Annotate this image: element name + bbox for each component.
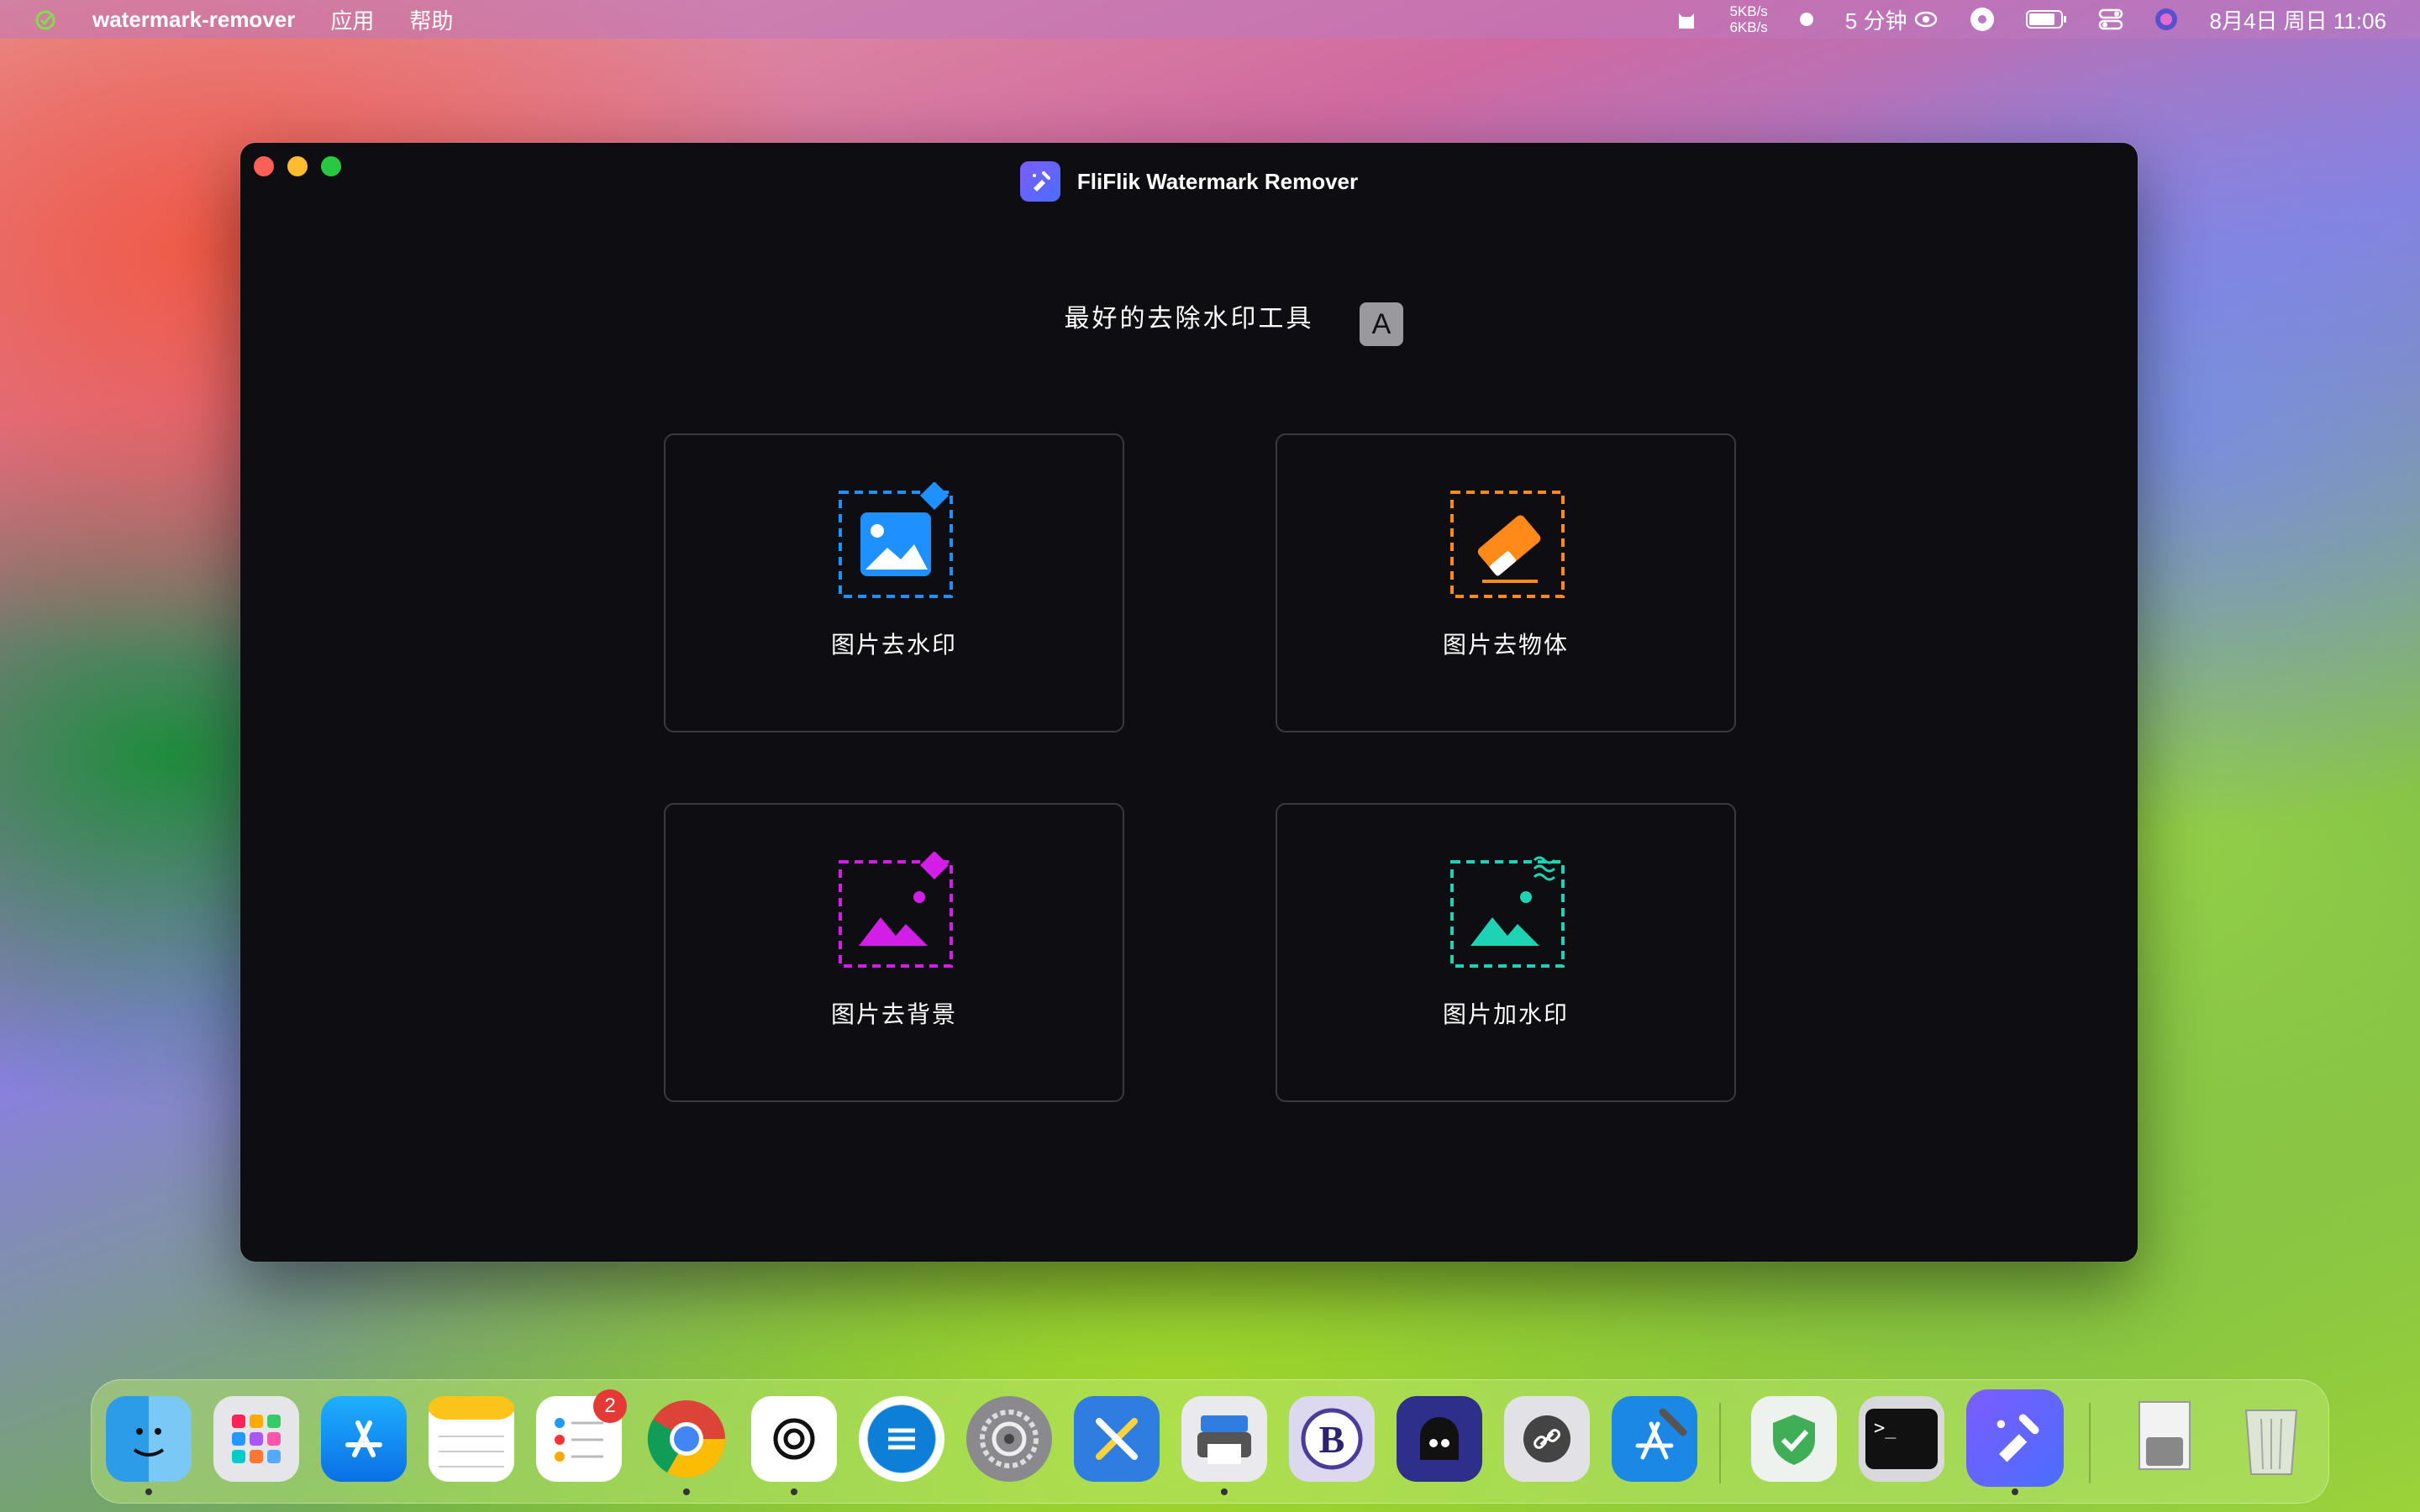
card-remove-watermark[interactable]: 图片去水印 — [664, 433, 1124, 732]
bbedit-icon[interactable]: B — [1289, 1396, 1375, 1482]
running-indicator — [683, 1488, 690, 1495]
card-label: 图片加水印 — [1442, 1001, 1569, 1027]
cat-icon[interactable] — [1674, 7, 1699, 32]
xcode-tools-icon[interactable] — [1074, 1396, 1160, 1482]
eye-icon — [1913, 9, 1939, 29]
card-remove-object[interactable]: 图片去物体 — [1276, 433, 1736, 732]
link-app-icon[interactable] — [1504, 1396, 1590, 1482]
app-name-menu[interactable]: watermark-remover — [92, 7, 295, 33]
menu-bar: watermark-remover 应用 帮助 5KB/s 6KB/s 5 分钟 — [0, 0, 2420, 39]
card-label: 图片去水印 — [830, 632, 957, 658]
running-indicator — [2012, 1488, 2018, 1495]
dock-separator — [1719, 1403, 1721, 1483]
printer-app-icon[interactable] — [1181, 1396, 1267, 1495]
accessibility-icon[interactable] — [1969, 6, 1996, 33]
dock-separator — [2089, 1403, 2091, 1483]
eraser-icon — [1450, 491, 1565, 598]
launchpad-icon[interactable] — [213, 1396, 299, 1482]
card-add-watermark[interactable]: 图片加水印 — [1276, 803, 1736, 1102]
window-title: FliFlik Watermark Remover — [1076, 168, 1359, 194]
net-up-speed: 5KB/s — [1729, 3, 1768, 19]
control-center-icon[interactable] — [2098, 8, 2123, 31]
running-indicator — [145, 1488, 152, 1495]
trash-icon[interactable] — [2228, 1396, 2314, 1482]
page-subtitle: 最好的去除水印工具 — [1064, 305, 1314, 333]
running-indicator — [791, 1488, 797, 1495]
app-logo-icon — [1019, 161, 1060, 202]
menu-clock[interactable]: 8月4日 周日 11:06 — [2209, 4, 2386, 35]
finder-icon[interactable] — [106, 1396, 192, 1495]
watermark-remover-icon[interactable] — [1966, 1389, 2064, 1495]
ghost-app-icon[interactable] — [1397, 1396, 1482, 1482]
menu-help[interactable]: 帮助 — [409, 4, 453, 35]
window-titlebar: FliFlik Watermark Remover — [240, 161, 2138, 202]
net-down-speed: 6KB/s — [1729, 19, 1768, 35]
notes-icon[interactable] — [429, 1396, 514, 1482]
card-remove-background[interactable]: 图片去背景 — [664, 803, 1124, 1102]
running-indicator — [1221, 1488, 1228, 1495]
app-store-icon[interactable] — [321, 1396, 407, 1482]
siri-icon[interactable] — [2154, 7, 2179, 32]
chatgpt-icon[interactable] — [751, 1396, 837, 1495]
shield-app-icon[interactable] — [1751, 1396, 1837, 1482]
app-window: FliFlik Watermark Remover 最好的去除水印工具 A 图片… — [240, 143, 2138, 1262]
image-watermark-icon — [839, 482, 953, 598]
reminders-icon[interactable]: 2 — [536, 1389, 627, 1482]
chrome-icon[interactable] — [644, 1396, 729, 1495]
add-watermark-icon — [1450, 856, 1565, 968]
network-speed[interactable]: 5KB/s 6KB/s — [1729, 3, 1767, 35]
notification-badge: 2 — [593, 1389, 627, 1423]
xcode-icon[interactable] — [1612, 1396, 1697, 1482]
text-app-icon[interactable] — [859, 1396, 944, 1482]
record-dot-icon[interactable] — [1798, 11, 1815, 28]
archive-icon[interactable] — [2121, 1396, 2207, 1482]
svg-text:B: B — [1319, 1418, 1345, 1461]
system-settings-icon[interactable] — [966, 1396, 1052, 1482]
timer-text: 5 分钟 — [1844, 8, 1907, 34]
terminal-icon[interactable]: >_ — [1859, 1396, 1944, 1482]
timer-status[interactable]: 5 分钟 — [1845, 4, 1939, 35]
svg-text:>_: >_ — [1874, 1418, 1897, 1439]
background-remove-icon — [839, 852, 953, 968]
card-label: 图片去物体 — [1442, 632, 1569, 658]
battery-icon[interactable] — [2026, 8, 2068, 30]
dock: 2 B >_ — [91, 1379, 2329, 1504]
app-menu-icon[interactable] — [34, 8, 57, 31]
language-button[interactable]: A — [1360, 302, 1403, 346]
card-label: 图片去背景 — [830, 1001, 957, 1027]
menu-app[interactable]: 应用 — [330, 4, 374, 35]
